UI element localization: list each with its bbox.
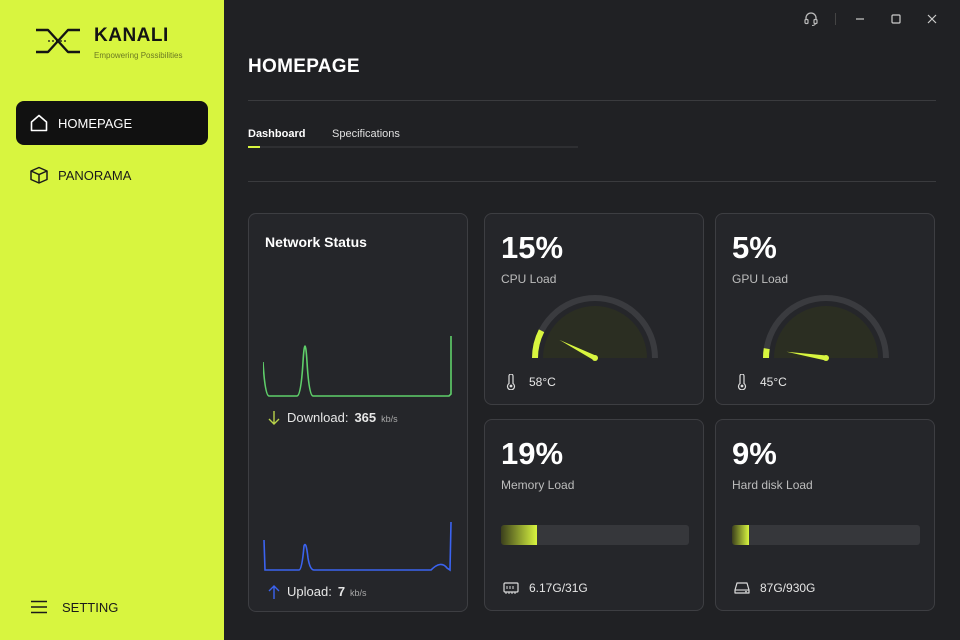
disk-usage-row: 87G/930G bbox=[734, 580, 815, 596]
gpu-load-card: 5% GPU Load 45°C bbox=[715, 213, 935, 405]
divider bbox=[248, 181, 936, 182]
close-icon[interactable] bbox=[914, 10, 950, 28]
cpu-gauge bbox=[532, 295, 658, 361]
disk-load-card: 9% Hard disk Load 87G/930G bbox=[715, 419, 935, 611]
upload-unit: kb/s bbox=[350, 588, 367, 598]
sidebar-item-homepage[interactable]: HOMEPAGE bbox=[16, 101, 208, 145]
disk-load-bar bbox=[732, 525, 920, 545]
gauge-value-arc bbox=[763, 348, 770, 359]
download-unit: kb/s bbox=[381, 414, 398, 424]
hard-disk-icon bbox=[734, 580, 750, 596]
upload-value: 7 bbox=[337, 584, 346, 599]
divider bbox=[835, 13, 836, 25]
window-controls bbox=[793, 10, 950, 28]
menu-icon bbox=[31, 600, 47, 614]
headset-icon[interactable] bbox=[793, 10, 829, 28]
download-graph bbox=[263, 336, 452, 397]
disk-load-percent: 9% bbox=[732, 436, 777, 471]
disk-load-label: Hard disk Load bbox=[732, 478, 813, 492]
maximize-icon[interactable] bbox=[878, 10, 914, 28]
tab-bar: Dashboard Specifications bbox=[248, 126, 578, 148]
arrow-down-icon bbox=[268, 411, 280, 425]
upload-graph bbox=[263, 521, 452, 572]
cpu-load-label: CPU Load bbox=[501, 272, 557, 286]
cpu-temp-row: 58°C bbox=[503, 374, 556, 390]
memory-usage-row: 6.17G/31G bbox=[503, 580, 588, 596]
memory-load-bar bbox=[501, 525, 689, 545]
gpu-temp: 45°C bbox=[760, 375, 787, 389]
brand-tagline: Empowering Possibilities bbox=[94, 51, 183, 60]
memory-load-label: Memory Load bbox=[501, 478, 575, 492]
setting-label: SETTING bbox=[62, 599, 119, 615]
sidebar: KANALI Empowering Possibilities HOMEPAGE… bbox=[0, 0, 224, 640]
cpu-temp: 58°C bbox=[529, 375, 556, 389]
memory-load-bar-fill bbox=[501, 525, 537, 545]
download-label: Download: bbox=[287, 410, 349, 425]
kanali-logo-icon bbox=[36, 28, 80, 54]
network-status-card: Network Status Download: 365 kb/s Upload… bbox=[248, 213, 468, 612]
tab-specifications[interactable]: Specifications bbox=[332, 128, 400, 140]
gpu-gauge bbox=[763, 295, 889, 361]
memory-load-percent: 19% bbox=[501, 436, 564, 471]
setting-button[interactable]: SETTING bbox=[30, 598, 118, 616]
divider bbox=[248, 100, 936, 101]
thermometer-icon bbox=[734, 374, 750, 390]
gpu-load-percent: 5% bbox=[732, 230, 777, 265]
sidebar-item-label: PANORAMA bbox=[58, 167, 132, 183]
tab-dashboard[interactable]: Dashboard bbox=[248, 128, 305, 140]
active-tab-indicator bbox=[248, 146, 260, 148]
brand-name: KANALI bbox=[94, 25, 169, 46]
cpu-load-card: 15% CPU Load 58°C bbox=[484, 213, 704, 405]
gauge-hub bbox=[592, 355, 598, 361]
memory-usage: 6.17G/31G bbox=[529, 581, 588, 595]
gauge-hub bbox=[823, 355, 829, 361]
box-icon bbox=[28, 164, 50, 186]
network-status-title: Network Status bbox=[265, 234, 367, 250]
memory-chip-icon bbox=[503, 580, 519, 596]
sidebar-item-label: HOMEPAGE bbox=[58, 115, 133, 131]
arrow-up-icon bbox=[268, 585, 280, 599]
upload-label: Upload: bbox=[287, 584, 332, 599]
disk-load-bar-fill bbox=[732, 525, 749, 545]
memory-load-card: 19% Memory Load 6.17G/31G bbox=[484, 419, 704, 611]
gauge-value-arc bbox=[532, 329, 545, 359]
gpu-temp-row: 45°C bbox=[734, 374, 787, 390]
download-row: Download: 365 kb/s bbox=[267, 410, 398, 426]
sidebar-item-panorama[interactable]: PANORAMA bbox=[16, 153, 208, 197]
logo: KANALI Empowering Possibilities bbox=[34, 26, 182, 60]
home-icon bbox=[28, 112, 50, 134]
disk-usage: 87G/930G bbox=[760, 581, 816, 595]
download-value: 365 bbox=[354, 410, 377, 425]
thermometer-icon bbox=[503, 374, 519, 390]
page-title: HOMEPAGE bbox=[248, 56, 360, 77]
gpu-load-label: GPU Load bbox=[732, 272, 789, 286]
cpu-load-percent: 15% bbox=[501, 230, 564, 265]
minimize-icon[interactable] bbox=[842, 10, 878, 28]
upload-row: Upload: 7 kb/s bbox=[267, 584, 367, 600]
